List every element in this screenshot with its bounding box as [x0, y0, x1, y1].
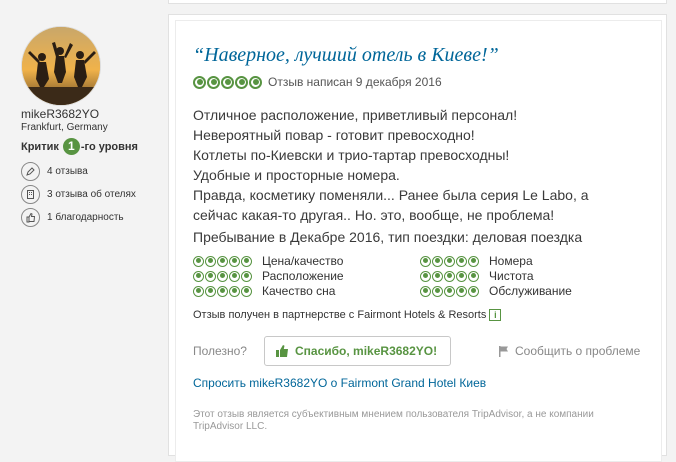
flag-icon [499, 346, 508, 357]
rating-bubble [456, 270, 467, 282]
rating-bubble [468, 270, 479, 282]
subrating-bubbles [193, 270, 253, 282]
rating-bubble [205, 285, 216, 297]
subrating-rooms: Номера [420, 254, 533, 268]
hotel-icon [21, 185, 40, 204]
thank-button-label: Спасибо, mikeR3682YO! [295, 344, 438, 358]
rating-bubble [432, 255, 443, 267]
rating-bubble [193, 270, 204, 282]
level-badge: 1 [62, 138, 80, 155]
rating-bubble [420, 270, 431, 282]
avatar-photo [22, 27, 100, 105]
rating-bubble [217, 270, 228, 282]
rating-bubble [241, 255, 252, 267]
report-problem-label: Сообщить о проблеме [515, 344, 641, 358]
thumbs-up-icon [276, 345, 288, 357]
review-line: Котлеты по-Киевски и трио-тартар превосх… [193, 147, 510, 163]
rating-bubble [193, 75, 206, 89]
avatar[interactable] [21, 26, 101, 106]
rating-bubble [249, 75, 262, 89]
subrating-sleep: Качество сна [193, 284, 335, 298]
rating-bubble [420, 285, 431, 297]
ask-reviewer-link[interactable]: Спросить mikeR3682YO о Fairmont Grand Ho… [193, 376, 486, 390]
subrating-bubbles [420, 270, 480, 282]
rating-bubble [229, 270, 240, 282]
disclaimer-text: Этот отзыв является субъективным мнением… [193, 409, 594, 432]
subrating-label: Чистота [489, 269, 534, 283]
rating-bubble [207, 75, 220, 89]
rating-bubble [420, 255, 431, 267]
subrating-bubbles [420, 255, 480, 267]
subrating-cleanliness: Чистота [420, 269, 534, 283]
rating-bubble [241, 285, 252, 297]
stay-info: Пребывание в Декабре 2016, тип поездки: … [193, 229, 583, 245]
subrating-bubbles [193, 285, 253, 297]
subrating-label: Цена/качество [262, 254, 344, 268]
rating-bubble [444, 270, 455, 282]
subrating-label: Расположение [262, 269, 344, 283]
rating-bubble [444, 285, 455, 297]
review-rating-row: Отзыв написан 9 декабря 2016 [193, 75, 442, 89]
stat-reviews[interactable]: 4 отзыва [21, 162, 88, 181]
partner-note: Отзыв получен в партнерстве с Fairmont H… [193, 309, 502, 321]
review-body: Отличное расположение, приветливый персо… [193, 105, 613, 225]
subrating-label: Обслуживание [489, 284, 572, 298]
rating-bubble [235, 75, 248, 89]
level-suffix: -го уровня [80, 140, 138, 153]
rating-bubble [432, 270, 443, 282]
rating-bubble [229, 255, 240, 267]
rating-bubble [456, 255, 467, 267]
report-problem-link[interactable]: Сообщить о проблеме [498, 344, 640, 358]
helpful-label: Полезно? [193, 344, 247, 358]
rating-bubble [456, 285, 467, 297]
previous-review-card [168, 0, 667, 4]
subrating-value: Цена/качество [193, 254, 343, 268]
partner-text: Отзыв получен в партнерстве с Fairmont H… [193, 309, 487, 321]
thumbs-up-icon [21, 208, 40, 227]
rating-bubble [229, 285, 240, 297]
rating-bubble [205, 270, 216, 282]
rating-bubble [432, 285, 443, 297]
rating-bubble [217, 285, 228, 297]
review-line: сейчас какая-то другая.. Но. это, вообще… [193, 207, 555, 223]
user-location: Frankfurt, Germany [21, 122, 108, 133]
rating-bubble [468, 255, 479, 267]
rating-bubble [205, 255, 216, 267]
stat-reviews-text: 4 отзыва [47, 166, 88, 177]
subrating-label: Номера [489, 254, 533, 268]
subrating-bubbles [193, 255, 253, 267]
review-line: Невероятный повар - готовит превосходно! [193, 127, 475, 143]
stat-hotel-reviews[interactable]: 3 отзыва об отелях [21, 185, 136, 204]
review-line: Отличное расположение, приветливый персо… [193, 107, 518, 123]
stat-thanks-text: 1 благодарность [47, 212, 124, 223]
review-line: Удобные и просторные номера. [193, 167, 400, 183]
subrating-location: Расположение [193, 269, 344, 283]
stat-hotel-reviews-text: 3 отзыва об отелях [47, 189, 136, 200]
username[interactable]: mikeR3682YO [21, 107, 99, 121]
rating-bubble [193, 285, 204, 297]
review-date: Отзыв написан 9 декабря 2016 [268, 75, 442, 89]
subrating-label: Качество сна [262, 284, 336, 298]
rating-bubble [241, 270, 252, 282]
thank-reviewer-button[interactable]: Спасибо, mikeR3682YO! [264, 336, 451, 366]
stat-thanks[interactable]: 1 благодарность [21, 208, 124, 227]
pen-icon [21, 162, 40, 181]
level-prefix: Критик [21, 140, 59, 153]
info-icon[interactable]: i [489, 309, 502, 321]
reviewer-level: Критик 1 -го уровня [21, 138, 138, 155]
review-title[interactable]: “Наверное, лучший отель в Киеве!” [193, 44, 499, 67]
rating-bubble [444, 255, 455, 267]
rating-bubbles [193, 75, 263, 89]
review-line: Правда, косметику поменяли... Ранее была… [193, 187, 589, 203]
subrating-service: Обслуживание [420, 284, 572, 298]
rating-bubble [193, 255, 204, 267]
rating-bubble [468, 285, 479, 297]
rating-bubble [217, 255, 228, 267]
rating-bubble [221, 75, 234, 89]
subrating-bubbles [420, 285, 480, 297]
